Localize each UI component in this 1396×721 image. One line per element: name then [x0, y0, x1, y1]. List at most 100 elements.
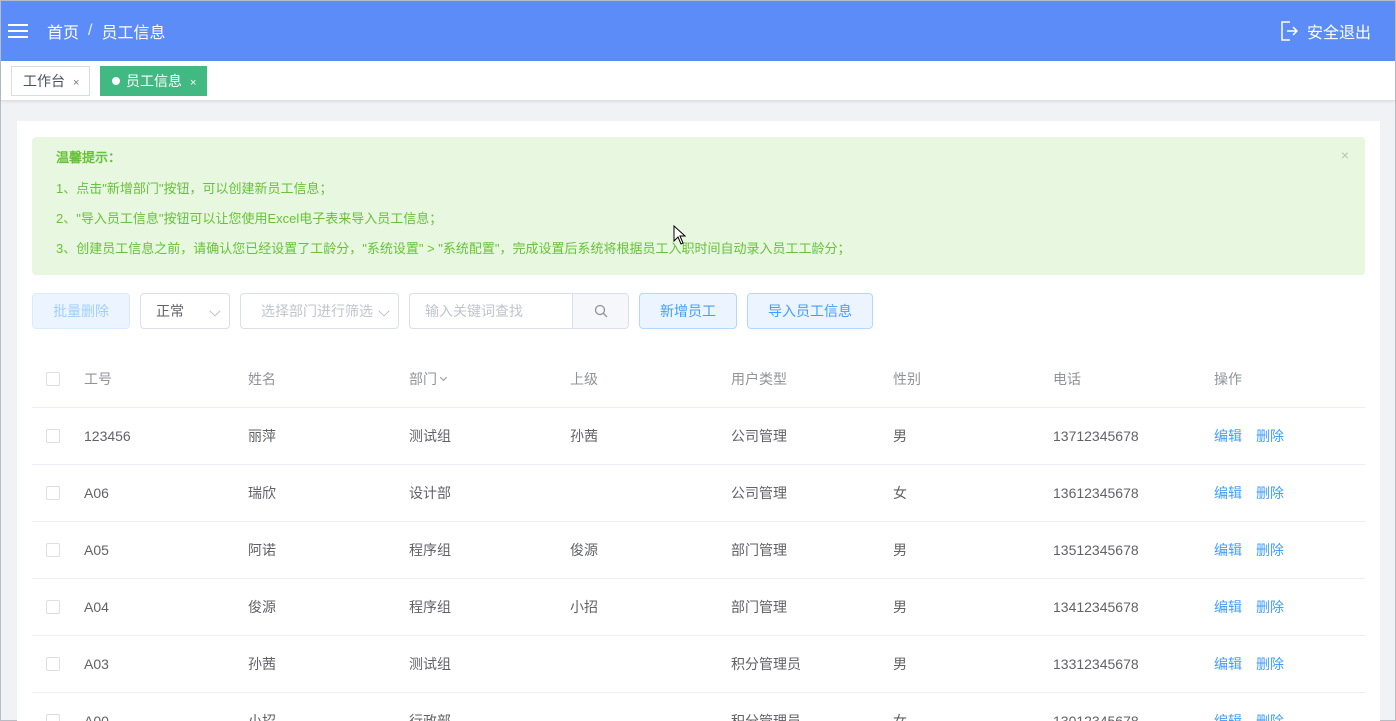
hamburger-menu-icon[interactable] — [8, 23, 28, 39]
header-superior: 上级 — [570, 371, 598, 387]
cell-gender: 男 — [893, 656, 907, 672]
cell-phone: 13412345678 — [1053, 599, 1139, 615]
cell-name: 丽萍 — [248, 428, 276, 444]
active-dot-icon — [112, 77, 120, 85]
breadcrumb-home[interactable]: 首页 — [47, 19, 79, 43]
header-dept[interactable]: 部门 — [409, 351, 448, 407]
row-checkbox[interactable] — [46, 600, 60, 614]
select-all-checkbox[interactable] — [46, 372, 60, 386]
cell-name: 孙茜 — [248, 656, 276, 672]
close-icon[interactable]: × — [73, 77, 79, 89]
row-checkbox[interactable] — [46, 657, 60, 671]
cell-type: 积分管理员 — [731, 656, 801, 672]
delete-link[interactable]: 删除 — [1256, 654, 1284, 674]
cell-name: 瑞欣 — [248, 485, 276, 501]
mouse-cursor-icon — [673, 225, 687, 245]
chevron-down-icon — [378, 305, 390, 317]
cell-type: 部门管理 — [731, 599, 787, 615]
table-header-row: 工号 姓名 部门 上级 用户类型 性别 电话 操作 — [32, 351, 1365, 408]
table-row: A03 孙茜 测试组 积分管理员 男 13312345678 编辑 删除 — [32, 636, 1365, 693]
status-select[interactable]: 正常 — [140, 293, 230, 329]
toolbar: 批量删除 正常 选择部门进行筛选 新增员工 导入员工信息 — [32, 293, 1365, 329]
row-checkbox-cell — [46, 465, 60, 521]
cell-name: 小招 — [248, 713, 276, 721]
alert-line-3: 3、创建员工信息之前，请确认您已经设置了工龄分，"系统设置" > "系统配置"，… — [56, 241, 851, 256]
cell-phone: 13612345678 — [1053, 485, 1139, 501]
cell-name: 阿诺 — [248, 542, 276, 558]
row-checkbox-cell — [46, 636, 60, 692]
logout-icon — [1281, 21, 1298, 41]
breadcrumb: 首页 / 员工信息 — [47, 19, 165, 43]
header-phone: 电话 — [1053, 371, 1081, 387]
cell-id: A00 — [84, 713, 109, 721]
edit-link[interactable]: 编辑 — [1214, 426, 1242, 446]
delete-link[interactable]: 删除 — [1256, 426, 1284, 446]
row-checkbox[interactable] — [46, 543, 60, 557]
status-select-value: 正常 — [156, 303, 184, 319]
cell-superior: 俊源 — [570, 542, 598, 558]
edit-link[interactable]: 编辑 — [1214, 540, 1242, 560]
cell-id: A06 — [84, 485, 109, 501]
breadcrumb-current: 员工信息 — [101, 25, 166, 42]
employee-table: 工号 姓名 部门 上级 用户类型 性别 电话 操作 123456 丽萍测试组 孙茜 公… — [32, 351, 1365, 721]
cell-id: A03 — [84, 656, 109, 672]
header-gender: 性别 — [893, 371, 921, 387]
edit-link[interactable]: 编辑 — [1214, 654, 1242, 674]
cell-name: 俊源 — [248, 599, 276, 615]
batch-delete-button[interactable]: 批量删除 — [32, 293, 130, 329]
edit-link[interactable]: 编辑 — [1214, 483, 1242, 503]
delete-link[interactable]: 删除 — [1256, 597, 1284, 617]
cell-id: A04 — [84, 599, 109, 615]
cell-phone: 13012345678 — [1053, 713, 1139, 721]
main-panel: 温馨提示： 1、点击"新增部门"按钮，可以创建新员工信息； 2、"导入员工信息"… — [17, 121, 1380, 721]
cell-actions: 编辑 删除 — [1214, 522, 1298, 578]
row-checkbox[interactable] — [46, 486, 60, 500]
close-icon[interactable]: × — [190, 77, 196, 89]
department-filter-placeholder: 选择部门进行筛选 — [261, 303, 373, 319]
row-checkbox-cell — [46, 522, 60, 578]
edit-link[interactable]: 编辑 — [1214, 597, 1242, 617]
cell-phone: 13512345678 — [1053, 542, 1139, 558]
tab-workbench[interactable]: 工作台 × — [11, 66, 91, 96]
header-type: 用户类型 — [731, 371, 787, 387]
cell-id: 123456 — [84, 428, 131, 444]
cell-actions: 编辑 删除 — [1214, 693, 1298, 721]
delete-link[interactable]: 删除 — [1256, 711, 1284, 721]
search-input[interactable] — [409, 293, 572, 329]
cell-superior: 孙茜 — [570, 428, 598, 444]
cell-type: 公司管理 — [731, 428, 787, 444]
import-employee-button[interactable]: 导入员工信息 — [747, 293, 873, 329]
delete-link[interactable]: 删除 — [1256, 540, 1284, 560]
top-header: 首页 / 员工信息 安全退出 — [1, 1, 1395, 61]
search-icon — [594, 304, 607, 318]
cell-actions: 编辑 删除 — [1214, 579, 1298, 635]
tags-bar: 工作台 × 员工信息 × — [1, 61, 1395, 101]
cell-actions: 编辑 删除 — [1214, 408, 1298, 464]
chevron-down-icon[interactable] — [439, 373, 448, 382]
cell-phone: 13712345678 — [1053, 428, 1139, 444]
row-checkbox[interactable] — [46, 714, 60, 721]
cell-gender: 男 — [893, 542, 907, 558]
table-row: A00 小招 行政部 积分管理员 女 13012345678 编辑 删除 — [32, 693, 1365, 721]
cell-gender: 女 — [893, 485, 907, 501]
alert-close-icon[interactable]: × — [1341, 147, 1349, 163]
edit-link[interactable]: 编辑 — [1214, 711, 1242, 721]
header-actions: 操作 — [1214, 371, 1242, 387]
department-filter-select[interactable]: 选择部门进行筛选 — [240, 293, 399, 329]
add-employee-button[interactable]: 新增员工 — [639, 293, 737, 329]
row-checkbox-cell — [46, 579, 60, 635]
search-button[interactable] — [572, 293, 629, 329]
cell-gender: 男 — [893, 428, 907, 444]
header-id: 工号 — [84, 371, 112, 387]
tab-label: 员工信息 — [126, 73, 182, 89]
row-checkbox-cell — [46, 408, 60, 464]
cell-dept: 测试组 — [409, 656, 451, 672]
row-checkbox[interactable] — [46, 429, 60, 443]
chevron-down-icon — [209, 305, 221, 317]
logout-button[interactable]: 安全退出 — [1280, 1, 1371, 61]
select-all-cell — [46, 351, 60, 407]
tab-employee-info[interactable]: 员工信息 × — [100, 66, 208, 96]
alert-line-1: 1、点击"新增部门"按钮，可以创建新员工信息； — [56, 181, 333, 196]
delete-link[interactable]: 删除 — [1256, 483, 1284, 503]
cell-dept: 程序组 — [409, 599, 451, 615]
